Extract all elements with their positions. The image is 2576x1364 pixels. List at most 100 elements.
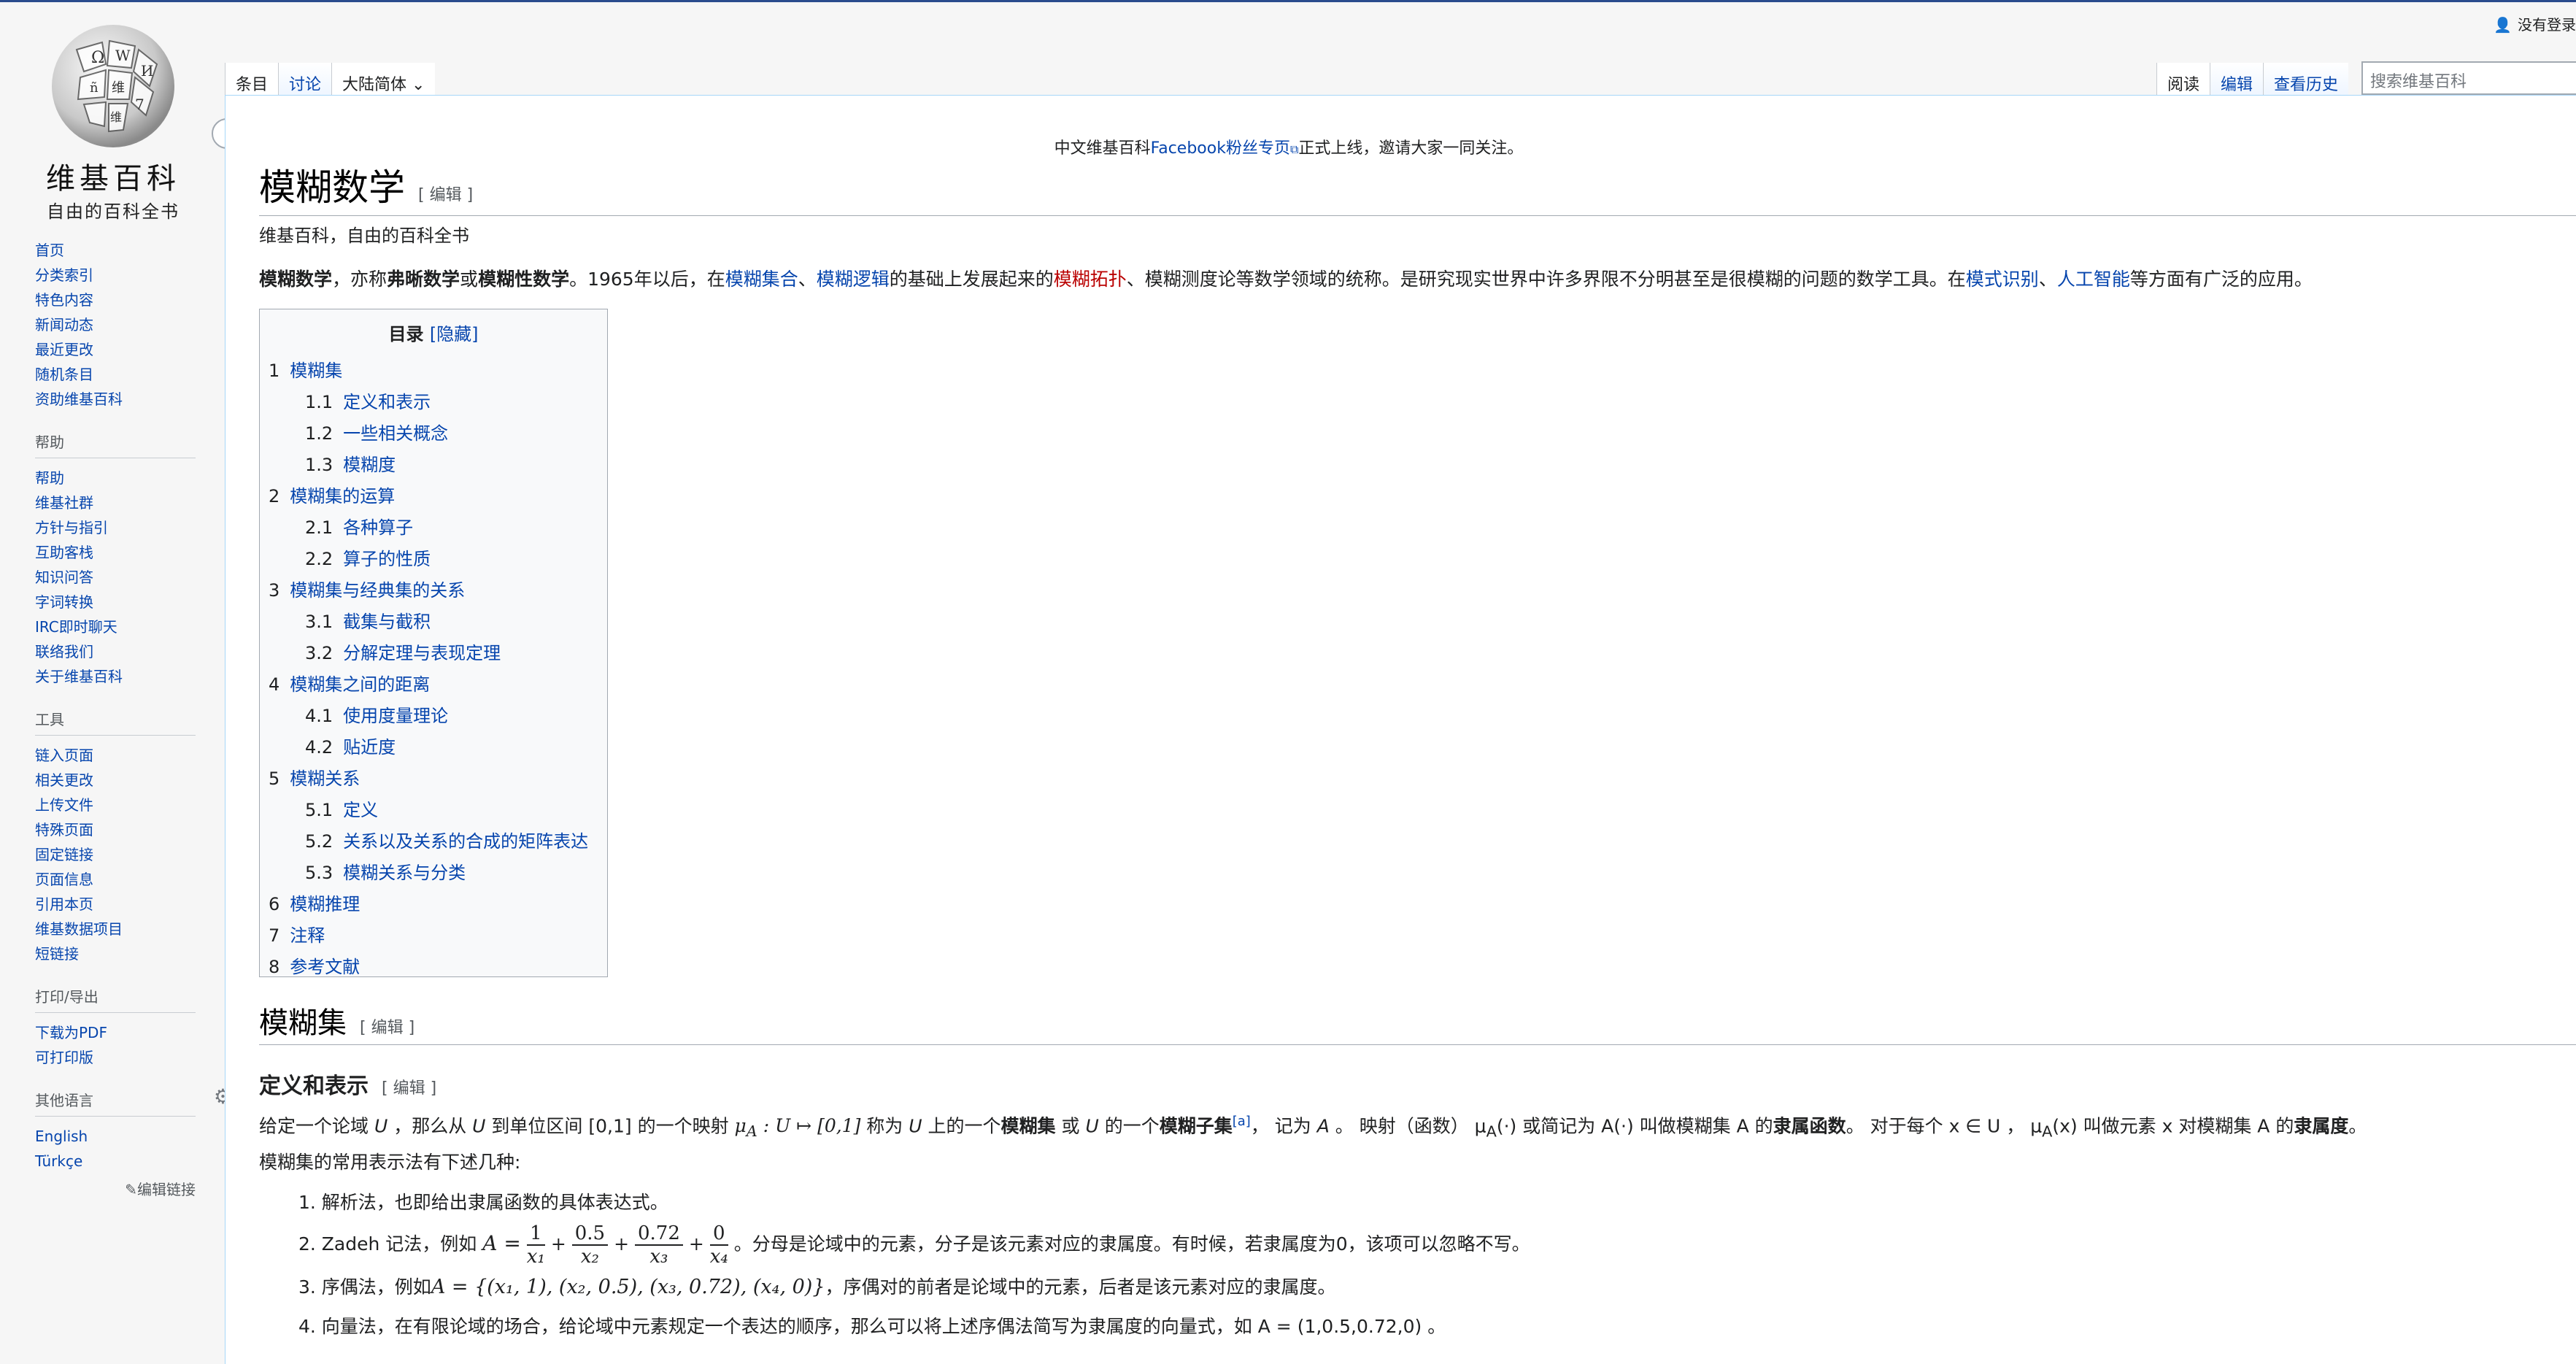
title-edit-link[interactable]: [ 编辑 ] <box>418 186 473 204</box>
sidebar-item-what-links-here[interactable]: 链入页面 <box>35 743 210 768</box>
toc-item-link[interactable]: 定义和表示 <box>343 392 431 412</box>
sidebar-item-help[interactable]: 帮助 <box>35 466 210 490</box>
toc-item[interactable]: 2.2 算子的性质 <box>269 544 598 575</box>
toc-item[interactable]: 4.2 贴近度 <box>269 732 598 763</box>
sidebar-item-about[interactable]: 关于维基百科 <box>35 664 210 689</box>
sidebar-tools-heading: 工具 <box>35 708 196 736</box>
edit-links-link[interactable]: ✎编辑链接 <box>35 1178 196 1199</box>
toc-hide-toggle[interactable]: [隐藏] <box>430 324 479 344</box>
toc-item[interactable]: 5.2 关系以及关系的合成的矩阵表达 <box>269 826 598 858</box>
sidebar-lang-english[interactable]: English <box>35 1124 210 1149</box>
toc-item-link[interactable]: 模糊推理 <box>290 894 360 914</box>
toc-item[interactable]: 1.1 定义和表示 <box>269 387 598 418</box>
sidebar-item-recent-changes[interactable]: 最近更改 <box>35 337 210 362</box>
toc-item-link[interactable]: 模糊关系 <box>290 768 360 789</box>
svg-text:维: 维 <box>110 110 122 124</box>
toc-item-link[interactable]: 模糊集 <box>290 361 342 381</box>
search-input[interactable]: 搜索维基百科 <box>2361 61 2576 95</box>
def-term: 模糊子集 <box>1159 1115 1233 1137</box>
math-expression: A = {(x₁, 1), (x₂, 0.5), (x₃, 0.72), (x₄… <box>431 1276 825 1298</box>
toc-item[interactable]: 5 模糊关系 <box>269 763 598 795</box>
def-text: 上的一个 <box>922 1115 1001 1137</box>
toc-item[interactable]: 1.2 一些相关概念 <box>269 418 598 450</box>
sidebar-item-village-pump[interactable]: 互助客栈 <box>35 540 210 565</box>
footnote-link[interactable]: [a] <box>1233 1114 1251 1129</box>
toc-item[interactable]: 4.1 使用度量理论 <box>269 701 598 732</box>
sidebar-item-irc[interactable]: IRC即时聊天 <box>35 614 210 639</box>
sidebar-item-cite[interactable]: 引用本页 <box>35 892 210 917</box>
subsection-edit-link[interactable]: [ 编辑 ] <box>382 1079 436 1098</box>
sidebar-item-page-info[interactable]: 页面信息 <box>35 867 210 892</box>
toc-item[interactable]: 5.3 模糊关系与分类 <box>269 858 598 889</box>
lead-text: 等方面有广泛的应用。 <box>2129 269 2313 290</box>
subsection-heading: 定义和表示 [ 编辑 ] <box>259 1068 2576 1100</box>
toc-item-link[interactable]: 模糊集的运算 <box>290 486 395 506</box>
sidebar-lang-turkish[interactable]: Türkçe <box>35 1149 210 1174</box>
sidebar-item-main-page[interactable]: 首页 <box>35 238 210 263</box>
sidebar-item-news[interactable]: 新闻动态 <box>35 312 210 337</box>
toc-item-link[interactable]: 各种算子 <box>343 517 413 538</box>
def-term: 模糊集 <box>1000 1115 1056 1137</box>
list-item: 2. Zadeh 记法，例如 A = 1 x₁ + 0.5 x₂ + 0.72 x₃ … <box>259 1222 2576 1268</box>
sidebar-item-policies[interactable]: 方针与指引 <box>35 515 210 540</box>
toc-item-link[interactable]: 注释 <box>290 925 325 946</box>
sidebar-item-community[interactable]: 维基社群 <box>35 490 210 515</box>
link-pattern-recognition[interactable]: 模式识别 <box>1966 269 2039 290</box>
toc-title: 目录 [隐藏] <box>269 320 598 345</box>
section-edit-link[interactable]: [ 编辑 ] <box>360 1019 414 1037</box>
toc-item[interactable]: 3.2 分解定理与表现定理 <box>269 638 598 669</box>
toc-item-link[interactable]: 模糊关系与分类 <box>343 863 466 883</box>
sidebar-item-related-changes[interactable]: 相关更改 <box>35 768 210 793</box>
toc-item-number: 5 <box>269 768 280 789</box>
toc-item-link[interactable]: 模糊度 <box>343 455 396 475</box>
sidebar-item-contact[interactable]: 联络我们 <box>35 639 210 664</box>
toc-item[interactable]: 1.3 模糊度 <box>269 450 598 481</box>
sidebar-item-printable[interactable]: 可打印版 <box>35 1045 210 1070</box>
sidebar-item-permanent-link[interactable]: 固定链接 <box>35 842 210 867</box>
sidebar-item-special-pages[interactable]: 特殊页面 <box>35 817 210 842</box>
toc-item-link[interactable]: 一些相关概念 <box>343 423 448 444</box>
link-fuzzy-set[interactable]: 模糊集合 <box>725 269 798 290</box>
toc-item-number: 4.2 <box>305 737 333 758</box>
toc-item-link[interactable]: 模糊集与经典集的关系 <box>290 580 465 601</box>
sidebar-item-conversion[interactable]: 字词转换 <box>35 590 210 614</box>
toc-item[interactable]: 8 参考文献 <box>269 952 598 983</box>
login-status[interactable]: 没有登录 <box>2518 16 2576 34</box>
sidebar-item-wikidata[interactable]: 维基数据项目 <box>35 917 210 941</box>
sidebar-item-upload[interactable]: 上传文件 <box>35 793 210 817</box>
toc-item[interactable]: 4 模糊集之间的距离 <box>269 669 598 701</box>
toc-item-number: 3.2 <box>305 643 333 663</box>
toc-item-link[interactable]: 参考文献 <box>290 957 360 977</box>
toc-item-link[interactable]: 定义 <box>343 800 378 820</box>
toc-item-number: 6 <box>269 894 280 914</box>
wikipedia-logo[interactable]: Ω W И ñ 维 7 维 维基百科 自由的百科全书 <box>36 20 190 223</box>
sidebar-item-featured[interactable]: 特色内容 <box>35 288 210 312</box>
toc-item[interactable]: 3 模糊集与经典集的关系 <box>269 575 598 606</box>
notice-facebook-link[interactable]: Facebook粉丝专页 <box>1151 139 1290 158</box>
sidebar-item-short-url[interactable]: 短链接 <box>35 941 210 966</box>
sidebar-item-categories[interactable]: 分类索引 <box>35 263 210 288</box>
toc-item[interactable]: 6 模糊推理 <box>269 889 598 920</box>
toc-item-link[interactable]: 使用度量理论 <box>343 706 448 726</box>
sidebar-item-qa[interactable]: 知识问答 <box>35 565 210 590</box>
toc-item[interactable]: 2.1 各种算子 <box>269 512 598 544</box>
link-fuzzy-topology[interactable]: 模糊拓扑 <box>1054 269 1127 290</box>
toc-item[interactable]: 3.1 截集与截积 <box>269 606 598 638</box>
sidebar-item-random[interactable]: 随机条目 <box>35 362 210 387</box>
toc-item-link[interactable]: 关系以及关系的合成的矩阵表达 <box>343 831 588 852</box>
toc-item-link[interactable]: 算子的性质 <box>343 549 431 569</box>
external-link-icon: ⧉ <box>1289 142 1299 156</box>
toc-item-link[interactable]: 截集与截积 <box>343 612 431 632</box>
link-fuzzy-logic[interactable]: 模糊逻辑 <box>817 269 890 290</box>
sidebar-item-donate[interactable]: 资助维基百科 <box>35 387 210 412</box>
toc-item[interactable]: 5.1 定义 <box>269 795 598 826</box>
svg-text:ñ: ñ <box>90 80 99 96</box>
toc-item-link[interactable]: 模糊集之间的距离 <box>290 674 430 695</box>
toc-item[interactable]: 7 注释 <box>269 920 598 952</box>
link-ai[interactable]: 人工智能 <box>2057 269 2130 290</box>
sidebar-item-download-pdf[interactable]: 下载为PDF <box>35 1020 210 1045</box>
toc-item-link[interactable]: 分解定理与表现定理 <box>343 643 501 663</box>
toc-item-link[interactable]: 贴近度 <box>343 737 396 758</box>
toc-item[interactable]: 1 模糊集 <box>269 355 598 387</box>
toc-item[interactable]: 2 模糊集的运算 <box>269 481 598 512</box>
